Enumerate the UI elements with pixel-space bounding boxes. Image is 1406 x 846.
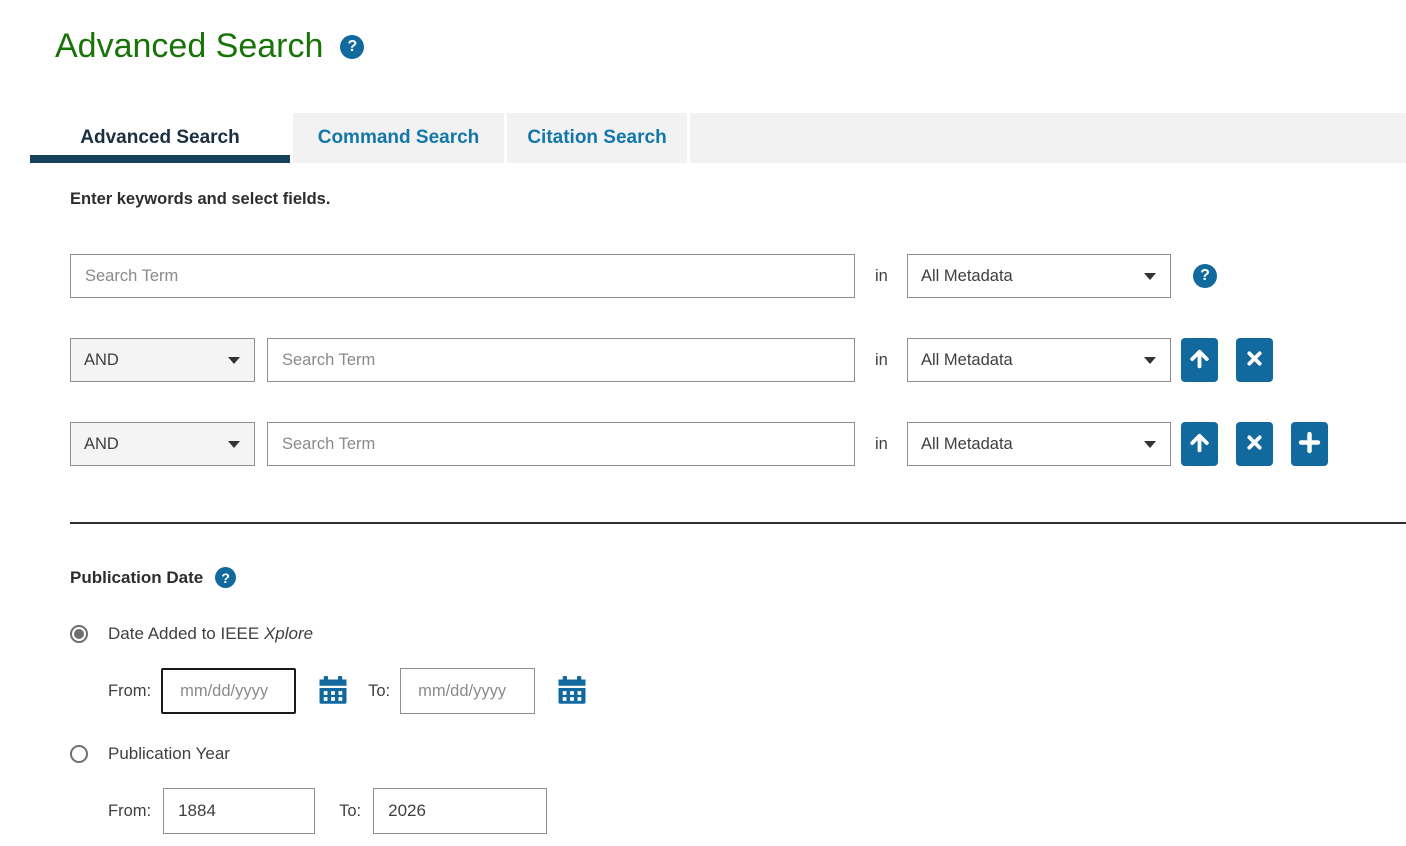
date-from-input[interactable] [161,668,296,714]
calendar-icon [557,675,587,708]
year-to-input[interactable] [373,788,547,834]
field-select-1-value: All Metadata [921,267,1013,286]
year-to-label: To: [339,802,361,821]
close-icon [1242,346,1267,374]
page-title: Advanced Search [55,26,323,66]
plus-icon [1296,429,1323,459]
in-label: in [875,351,892,370]
search-form: Enter keywords and select fields. in All… [70,190,1406,834]
search-tabs: Advanced Search Command Search Citation … [30,113,1406,163]
publication-year-option: Publication Year [70,744,1406,764]
chevron-down-icon [1144,357,1156,364]
operator-select-2[interactable]: AND [70,338,255,382]
add-row-button[interactable] [1291,422,1328,466]
date-to-calendar-button[interactable] [557,675,587,708]
in-label: in [875,435,892,454]
chevron-down-icon [1144,441,1156,448]
search-row-3: AND in All Metadata [70,422,1406,466]
page-help-icon[interactable]: ? [340,35,364,59]
remove-row-button[interactable] [1236,422,1273,466]
search-row-1: in All Metadata ? [70,254,1406,298]
chevron-down-icon [228,441,240,448]
date-range-row: From: To: [108,668,1406,714]
operator-select-3[interactable]: AND [70,422,255,466]
date-added-option: Date Added to IEEE Xplore [70,624,1406,644]
page-header: Advanced Search ? [55,26,1406,66]
field-select-3-value: All Metadata [921,435,1013,454]
date-from-calendar-button[interactable] [318,675,348,708]
field-select-2[interactable]: All Metadata [907,338,1171,382]
operator-select-3-value: AND [84,435,119,454]
move-row-up-button[interactable] [1181,422,1218,466]
date-from-label: From: [108,682,151,701]
move-row-up-button[interactable] [1181,338,1218,382]
year-from-input[interactable] [163,788,315,834]
search-term-input-3[interactable] [267,422,855,466]
radio-date-added[interactable] [70,625,88,643]
year-from-label: From: [108,802,151,821]
search-row-2: AND in All Metadata [70,338,1406,382]
arrow-up-icon [1186,345,1213,375]
keywords-heading: Enter keywords and select fields. [70,190,1406,209]
section-divider [70,522,1406,524]
chevron-down-icon [228,357,240,364]
radio-publication-year[interactable] [70,745,88,763]
publication-date-title: Publication Date [70,568,203,588]
year-range-row: From: To: [108,788,1406,834]
close-icon [1242,430,1267,458]
field-select-1[interactable]: All Metadata [907,254,1171,298]
date-to-label: To: [368,682,390,701]
tab-citation-search[interactable]: Citation Search [507,113,690,163]
search-term-input-2[interactable] [267,338,855,382]
search-term-input-1[interactable] [70,254,855,298]
tabbar-filler [690,113,1406,163]
field-select-3[interactable]: All Metadata [907,422,1171,466]
calendar-icon [318,675,348,708]
date-added-label: Date Added to IEEE Xplore [108,624,313,644]
arrow-up-icon [1186,429,1213,459]
chevron-down-icon [1144,273,1156,280]
field-select-2-value: All Metadata [921,351,1013,370]
date-to-input[interactable] [400,668,535,714]
operator-select-2-value: AND [84,351,119,370]
tab-command-search[interactable]: Command Search [293,113,507,163]
remove-row-button[interactable] [1236,338,1273,382]
search-fields-help-icon[interactable]: ? [1193,264,1217,288]
publication-year-label: Publication Year [108,744,230,764]
in-label: in [875,267,892,286]
publication-date-help-icon[interactable]: ? [215,567,236,588]
publication-date-header: Publication Date ? [70,567,1406,588]
advanced-search-page: Advanced Search ? Advanced Search Comman… [0,26,1406,834]
tab-advanced-search[interactable]: Advanced Search [30,113,293,163]
